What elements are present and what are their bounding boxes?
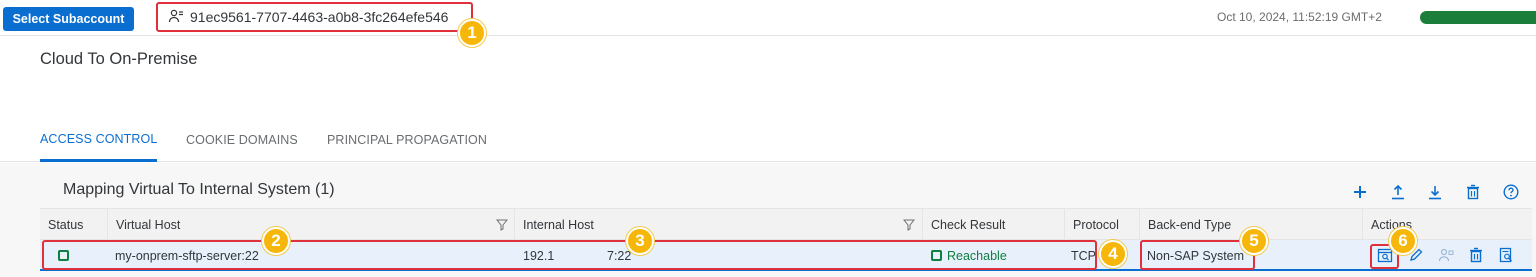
- annotation-badge-1: 1: [458, 19, 486, 47]
- highlight-subaccount-id: [156, 2, 473, 32]
- column-header-internal-host[interactable]: Internal Host: [514, 209, 922, 241]
- highlight-backend-type: [1140, 240, 1255, 270]
- annotation-badge-3: 3: [626, 227, 654, 255]
- principal-icon: [1436, 245, 1456, 265]
- delete-icon[interactable]: [1463, 182, 1483, 202]
- highlight-row-hosts: [42, 240, 1097, 270]
- status-progress-bar: [1420, 11, 1536, 24]
- tab-access-control[interactable]: ACCESS CONTROL: [40, 118, 158, 162]
- download-icon[interactable]: [1425, 182, 1445, 202]
- details-icon[interactable]: [1496, 245, 1516, 265]
- column-header-check-result[interactable]: Check Result: [922, 209, 1064, 241]
- annotation-badge-5: 5: [1240, 227, 1268, 255]
- upload-icon[interactable]: [1388, 182, 1408, 202]
- datetime-label: Oct 10, 2024, 11:52:19 GMT+2: [1217, 10, 1382, 24]
- column-header-virtual-host[interactable]: Virtual Host: [107, 209, 514, 241]
- page-title: Cloud To On-Premise: [40, 50, 198, 68]
- tab-bar: ACCESS CONTROL COOKIE DOMAINS PRINCIPAL …: [0, 118, 1536, 162]
- select-subaccount-button[interactable]: Select Subaccount: [3, 7, 134, 31]
- add-icon[interactable]: [1350, 182, 1370, 202]
- tab-principal-propagation[interactable]: PRINCIPAL PROPAGATION: [327, 118, 487, 162]
- table-count: (1): [315, 181, 335, 198]
- annotation-badge-6: 6: [1389, 227, 1417, 255]
- column-header-status[interactable]: Status: [40, 209, 107, 241]
- tab-cookie-domains[interactable]: COOKIE DOMAINS: [186, 118, 298, 162]
- column-header-actions: Actions: [1362, 209, 1532, 241]
- table-title-text: Mapping Virtual To Internal System: [63, 181, 311, 198]
- table-title: Mapping Virtual To Internal System (1): [63, 181, 335, 199]
- help-icon[interactable]: [1501, 182, 1521, 202]
- filter-icon: [495, 218, 509, 236]
- column-header-protocol[interactable]: Protocol: [1064, 209, 1139, 241]
- annotation-badge-2: 2: [262, 227, 290, 255]
- annotation-badge-4: 4: [1099, 240, 1127, 268]
- filter-icon: [902, 218, 916, 236]
- delete-icon[interactable]: [1466, 245, 1486, 265]
